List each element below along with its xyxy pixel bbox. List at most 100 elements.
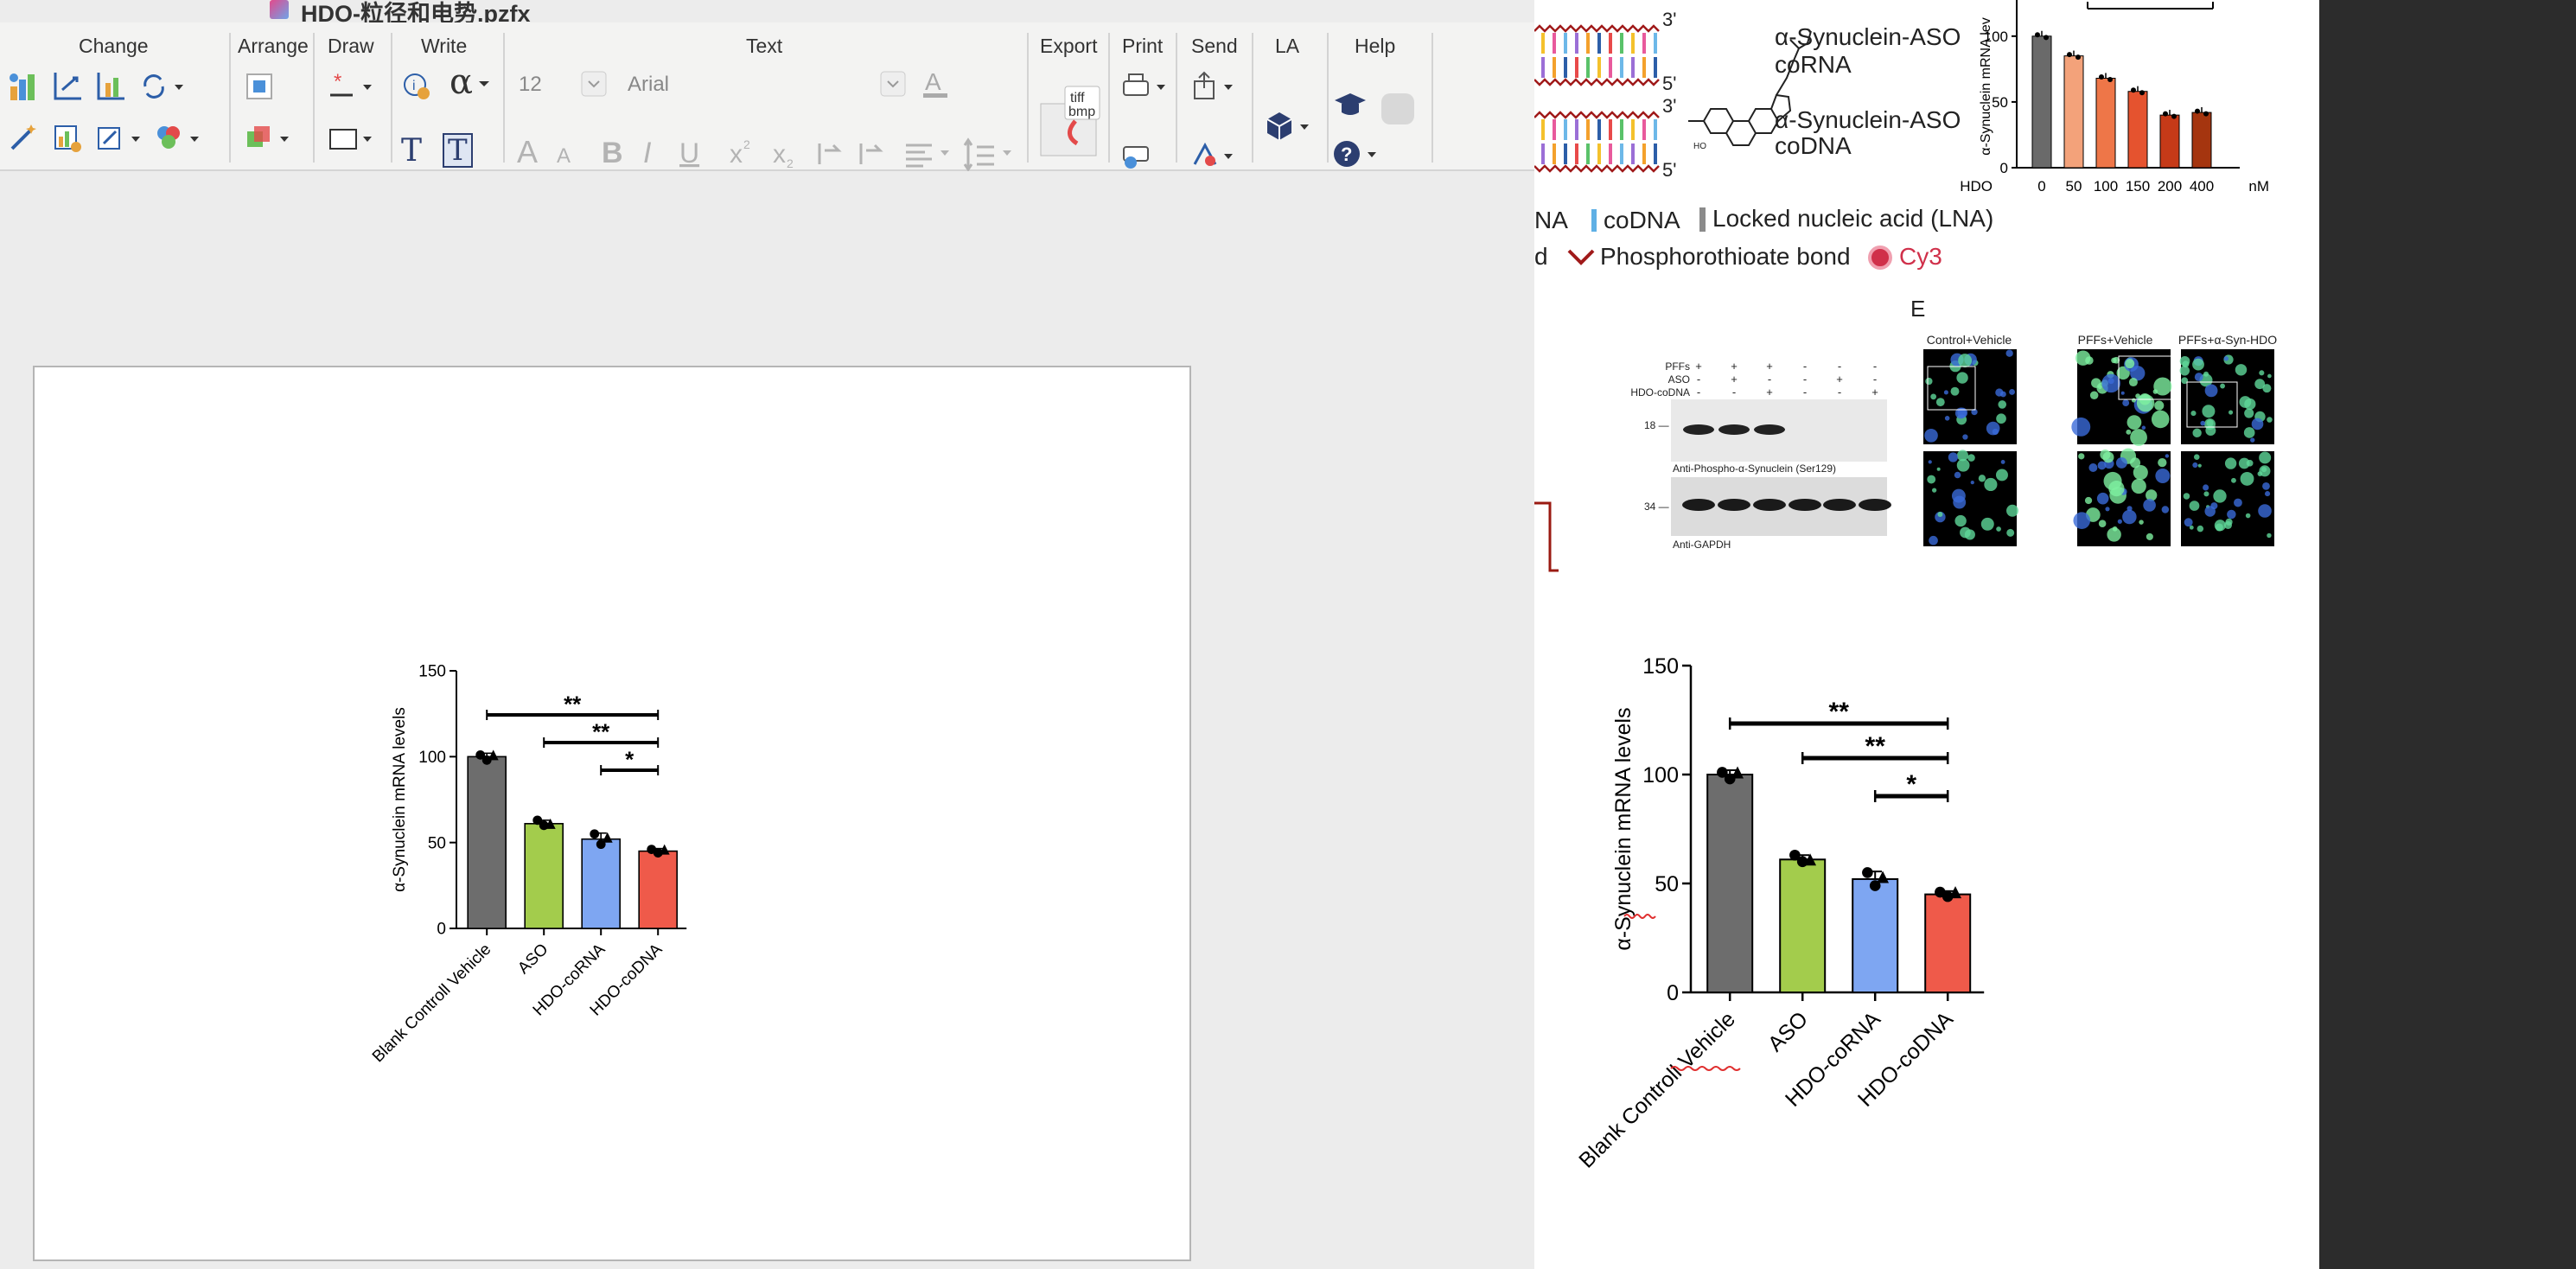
font-name-field[interactable]: Arial (628, 73, 669, 97)
share-icon[interactable] (1189, 69, 1245, 104)
export-icon[interactable]: tiff bmp (1037, 83, 1103, 161)
scale-icon[interactable] (93, 121, 145, 156)
legend-cy3: Cy3 (1899, 243, 1942, 270)
legend-codna: coDNA (1604, 207, 1680, 233)
cube-icon[interactable] (1264, 109, 1319, 143)
band (1682, 499, 1715, 511)
data-point (1731, 766, 1744, 779)
cell (1935, 398, 1945, 407)
band (1859, 499, 1891, 511)
cell (2194, 373, 2203, 382)
legend-lna: Locked nucleic acid (LNA) (1712, 205, 1993, 232)
base-pair (1575, 57, 1578, 78)
data-point (2171, 113, 2177, 119)
wb-sign: - (1768, 373, 1771, 386)
placeholder-button-icon[interactable] (1380, 92, 1418, 126)
text-format-icons[interactable]: A A B I U x2 x2 (513, 133, 1023, 171)
strand-end-label: 5' (1662, 73, 1676, 94)
colors-icon[interactable] (152, 121, 204, 156)
alpha-symbol-button[interactable]: α (450, 62, 473, 102)
help-icon[interactable]: ? (1331, 138, 1387, 173)
draw-line-icon[interactable]: * (327, 69, 384, 104)
send-icon[interactable] (1189, 138, 1245, 173)
cell (1996, 526, 2001, 532)
cell (2183, 493, 2190, 500)
info-icon[interactable]: i (399, 69, 434, 104)
separator (313, 33, 315, 163)
micrograph-panel: Control+Vehicle PFFs+Vehicle PFFs+α-Syn-… (1923, 333, 2277, 546)
prism-bar-chart[interactable]: 050100150Blank Controll Vehicle ASOHDO-co… (35, 367, 1189, 1259)
axes-data-icon[interactable] (93, 69, 128, 104)
cell (2259, 451, 2272, 464)
cell (2115, 456, 2127, 469)
text-tool-button[interactable]: T (401, 133, 422, 169)
cell (1931, 488, 1937, 493)
wb-sign: - (1838, 386, 1841, 399)
arrange-order-icon[interactable] (242, 121, 294, 156)
cell (2197, 525, 2204, 532)
print-preview-icon[interactable] (1119, 138, 1153, 173)
learn-icon[interactable] (1331, 88, 1369, 123)
cell (1948, 452, 1959, 462)
print-icon[interactable] (1119, 69, 1174, 104)
svg-text:U: U (679, 137, 699, 169)
base-pair (1620, 57, 1623, 78)
ho-label: HO (1693, 142, 1706, 151)
cell (1929, 535, 1938, 545)
text-box-tool-button[interactable]: T (443, 133, 473, 168)
cell (2250, 437, 2255, 443)
phosphorothioate-icon (1567, 249, 1595, 265)
cell (2202, 405, 2216, 418)
cell (2117, 519, 2122, 524)
y-tick-label: 0 (1667, 981, 1679, 1005)
magic-wand-icon[interactable] (7, 121, 38, 156)
svg-text:A: A (925, 68, 941, 95)
cell (2251, 418, 2264, 430)
aso-corna-label-line2: coRNA (1775, 51, 1852, 78)
arrange-icon[interactable] (242, 69, 277, 104)
wb-row-label: HDO-coDNA (1630, 386, 1690, 399)
cell (2154, 400, 2165, 411)
alpha-dropdown-icon[interactable] (474, 74, 494, 95)
font-size-dropdown-icon[interactable] (581, 71, 607, 97)
new-graph-icon[interactable] (7, 69, 38, 104)
wb-sign: + (1766, 360, 1773, 373)
wb-sign: - (1697, 373, 1700, 386)
x-tick-label: 200 (2158, 178, 2182, 194)
svg-text:bmp: bmp (1068, 105, 1095, 119)
y-tick-label: 100 (1642, 763, 1679, 788)
cell (2227, 509, 2236, 520)
cell (2112, 526, 2118, 532)
cell (2084, 496, 2093, 505)
font-size-field[interactable]: 12 (519, 73, 542, 97)
data-point (590, 829, 600, 839)
bar (581, 838, 622, 929)
draw-rect-icon[interactable] (327, 121, 384, 156)
refresh-icon[interactable] (137, 69, 188, 104)
modification-legend: NA coDNA Locked nucleic acid (LNA) d Pho… (1534, 205, 1993, 270)
group-title-export: Export (1040, 35, 1098, 57)
cell (2120, 391, 2125, 395)
layout-page[interactable]: 0 50 100 150 Blank Controll Vehicle ASO HDO-co… (33, 366, 1191, 1261)
font-name-dropdown-icon[interactable] (880, 71, 906, 97)
bar (2191, 112, 2212, 169)
paper-bar-chart: 050100150Blank Controll Vehicle ASOHDO-co… (1574, 654, 1985, 1173)
group-title-send: Send (1191, 35, 1238, 57)
cell (1930, 393, 1937, 400)
backbone (1534, 164, 1660, 173)
y-tick-label: 0 (437, 921, 446, 939)
file-icon (270, 0, 289, 19)
backbone (1534, 24, 1660, 33)
base-pair (1575, 143, 1578, 164)
add-data-icon[interactable] (50, 121, 85, 156)
base-pair (1586, 33, 1590, 54)
axes-icon[interactable] (50, 69, 85, 104)
text-color-icon[interactable]: A (920, 67, 954, 102)
legend-pto: Phosphorothioate bond (1600, 243, 1851, 270)
cell (2264, 491, 2271, 497)
base-pair (1631, 119, 1635, 140)
data-point (1949, 886, 1962, 899)
cell (2246, 459, 2254, 467)
cell (2192, 462, 2198, 469)
svg-text:A: A (557, 144, 571, 168)
